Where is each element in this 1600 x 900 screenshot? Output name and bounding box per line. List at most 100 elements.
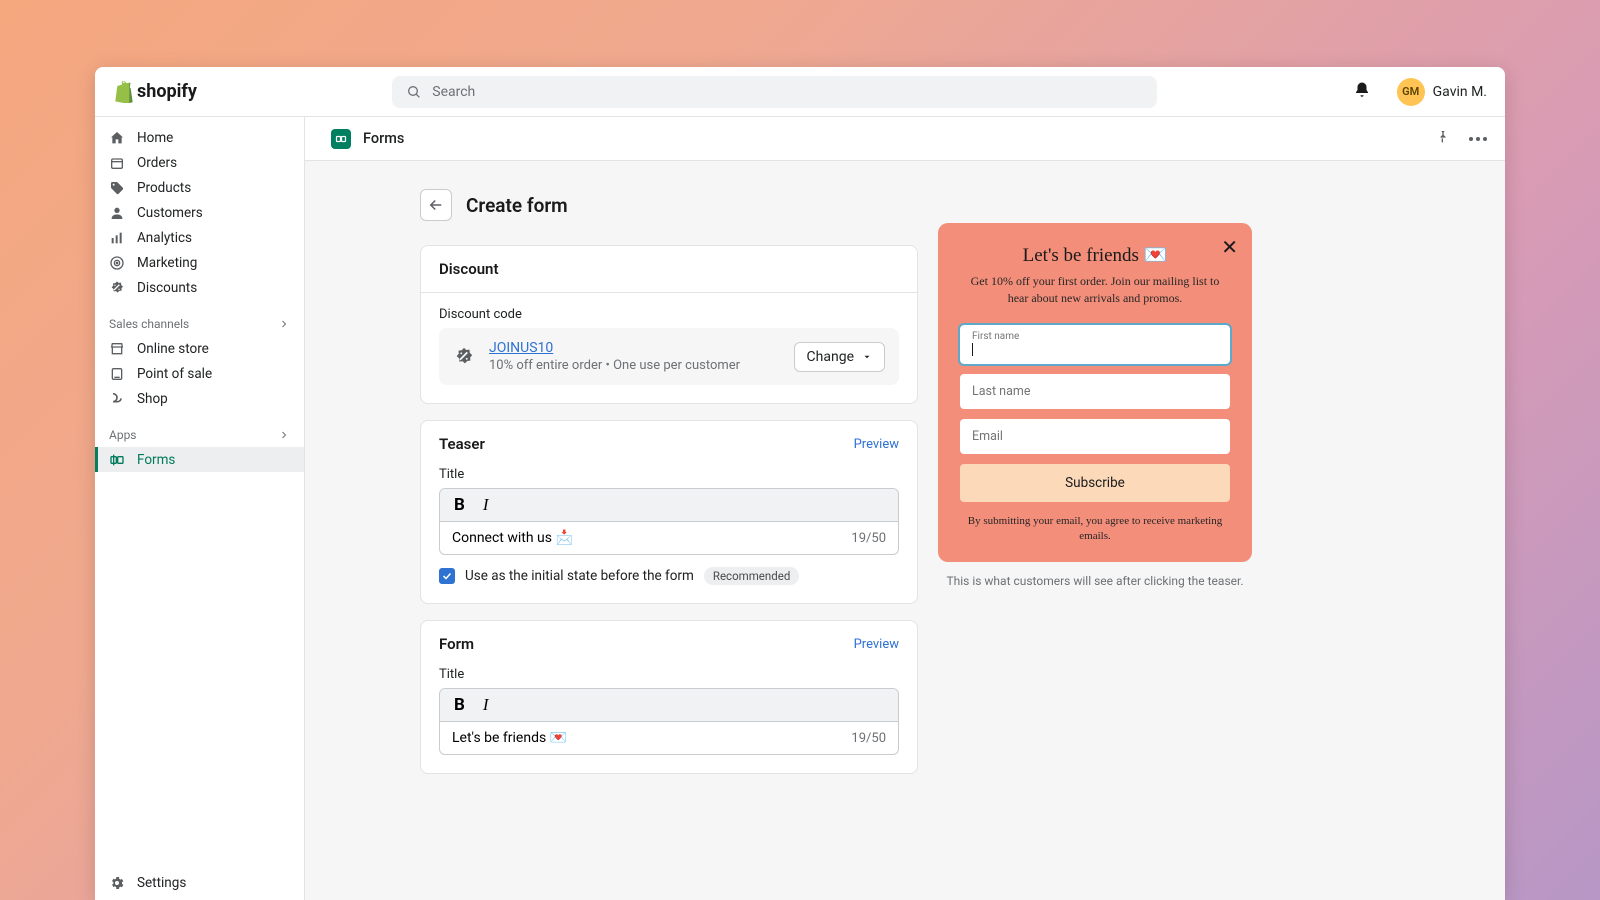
sidebar-section-channels[interactable]: Sales channels: [95, 312, 304, 336]
discount-card: Discount Discount code JOINUS10 10% off: [420, 245, 918, 404]
close-icon[interactable]: ✕: [1221, 235, 1238, 259]
analytics-icon: [109, 230, 125, 246]
discount-box: JOINUS10 10% off entire order • One use …: [439, 328, 899, 385]
topbar-right: GM Gavin M.: [1353, 78, 1487, 106]
user-menu[interactable]: GM Gavin M.: [1397, 78, 1487, 106]
sidebar-item-marketing[interactable]: Marketing: [95, 250, 304, 275]
text-cursor: [972, 343, 973, 356]
initial-state-checkbox[interactable]: [439, 568, 455, 584]
back-button[interactable]: [420, 189, 452, 221]
check-icon: [441, 570, 453, 582]
sidebar-item-label: Customers: [137, 205, 203, 221]
chevron-right-icon: [278, 318, 290, 330]
sidebar-item-label: Forms: [137, 452, 175, 468]
content: Create form Discount Discount code: [305, 161, 1505, 900]
subscribe-button[interactable]: Subscribe: [960, 464, 1230, 502]
arrow-left-icon: [427, 196, 445, 214]
form-editor-column: Create form Discount Discount code: [420, 189, 918, 900]
preview-column: ✕ Let's be friends 💌 Get 10% off your fi…: [938, 223, 1252, 900]
form-title-label: Title: [439, 667, 899, 682]
sidebar-item-orders[interactable]: Orders: [95, 150, 304, 175]
teaser-card: Teaser Preview Title B I C: [420, 420, 918, 604]
search-icon: [406, 84, 422, 100]
form-card: Form Preview Title B I Let: [420, 620, 918, 774]
sidebar-item-discounts[interactable]: Discounts: [95, 275, 304, 300]
rte-toolbar: B I: [440, 489, 898, 522]
change-button-label: Change: [807, 349, 854, 365]
discount-label: Discount code: [439, 307, 899, 322]
logo-mark-icon: [113, 80, 133, 103]
preview-legal-text: By submitting your email, you agree to r…: [960, 514, 1230, 545]
gear-icon: [109, 875, 125, 891]
app-forms-icon: [331, 129, 351, 149]
sidebar-item-label: Online store: [137, 341, 209, 357]
card-title: Form: [439, 635, 474, 653]
sidebar-item-label: Marketing: [137, 255, 197, 271]
sidebar-item-home[interactable]: Home: [95, 125, 304, 150]
sidebar-item-analytics[interactable]: Analytics: [95, 225, 304, 250]
store-icon: [109, 341, 125, 357]
email-field[interactable]: Email: [960, 419, 1230, 454]
teaser-title-value: Connect with us 📩: [452, 530, 573, 546]
search-wrap: Search: [217, 76, 1333, 108]
shop-icon: [109, 391, 125, 407]
customers-icon: [109, 205, 125, 221]
form-title-editor: B I Let's be friends 💌 19/50: [439, 688, 899, 755]
sidebar-item-pos[interactable]: Point of sale: [95, 361, 304, 386]
sidebar-item-customers[interactable]: Customers: [95, 200, 304, 225]
sidebar-item-online-store[interactable]: Online store: [95, 336, 304, 361]
page-header: Forms: [305, 117, 1505, 161]
page-app-title: Forms: [363, 130, 404, 147]
discount-badge-icon: [453, 346, 475, 368]
form-preview-link[interactable]: Preview: [854, 637, 899, 652]
sidebar-item-label: Products: [137, 180, 191, 196]
discounts-icon: [109, 280, 125, 296]
sidebar-section-label: Apps: [109, 428, 137, 442]
rte-toolbar: B I: [440, 689, 898, 722]
teaser-title-label: Title: [439, 467, 899, 482]
search-input[interactable]: Search: [392, 76, 1157, 108]
sidebar-item-label: Discounts: [137, 280, 197, 296]
bold-button[interactable]: B: [454, 695, 465, 715]
marketing-icon: [109, 255, 125, 271]
sidebar-item-shop[interactable]: Shop: [95, 386, 304, 411]
first-name-label: First name: [972, 331, 1218, 342]
bold-button[interactable]: B: [454, 495, 465, 515]
teaser-title-count: 19/50: [851, 531, 886, 546]
sidebar-item-label: Home: [137, 130, 173, 146]
teaser-initial-state-row: Use as the initial state before the form…: [439, 567, 899, 585]
form-title-count: 19/50: [851, 731, 886, 746]
teaser-preview-link[interactable]: Preview: [854, 437, 899, 452]
app-frame: shopify Search GM Gavin M. Home: [95, 67, 1505, 900]
pin-icon[interactable]: [1435, 129, 1451, 149]
logo[interactable]: shopify: [113, 80, 197, 103]
logo-text: shopify: [137, 81, 197, 102]
sidebar-section-apps[interactable]: Apps: [95, 423, 304, 447]
italic-button[interactable]: I: [483, 495, 489, 515]
sidebar-item-label: Orders: [137, 155, 177, 171]
teaser-title-input[interactable]: Connect with us 📩 19/50: [440, 522, 898, 554]
body: Home Orders Products Customers Analytics…: [95, 117, 1505, 900]
sidebar-item-settings[interactable]: Settings: [95, 875, 304, 900]
preview-title: Let's be friends 💌: [960, 243, 1230, 267]
change-discount-button[interactable]: Change: [794, 342, 885, 372]
last-name-field[interactable]: Last name: [960, 374, 1230, 409]
first-name-field[interactable]: First name: [960, 325, 1230, 364]
sidebar-item-label: Shop: [137, 391, 168, 407]
sidebar-section-label: Sales channels: [109, 317, 189, 331]
orders-icon: [109, 155, 125, 171]
sidebar-item-forms[interactable]: Forms: [95, 447, 304, 472]
card-title: Teaser: [439, 435, 485, 453]
forms-icon: [109, 452, 125, 468]
card-title: Discount: [439, 260, 498, 278]
form-title-input[interactable]: Let's be friends 💌 19/50: [440, 722, 898, 754]
sidebar-item-products[interactable]: Products: [95, 175, 304, 200]
form-title-value: Let's be friends 💌: [452, 730, 567, 746]
home-icon: [109, 130, 125, 146]
discount-code-link[interactable]: JOINUS10: [489, 340, 780, 356]
more-menu-icon[interactable]: [1469, 137, 1487, 141]
italic-button[interactable]: I: [483, 695, 489, 715]
main: Forms Create form: [305, 117, 1505, 900]
discount-description: 10% off entire order • One use per custo…: [489, 358, 780, 373]
notifications-icon[interactable]: [1353, 80, 1371, 104]
